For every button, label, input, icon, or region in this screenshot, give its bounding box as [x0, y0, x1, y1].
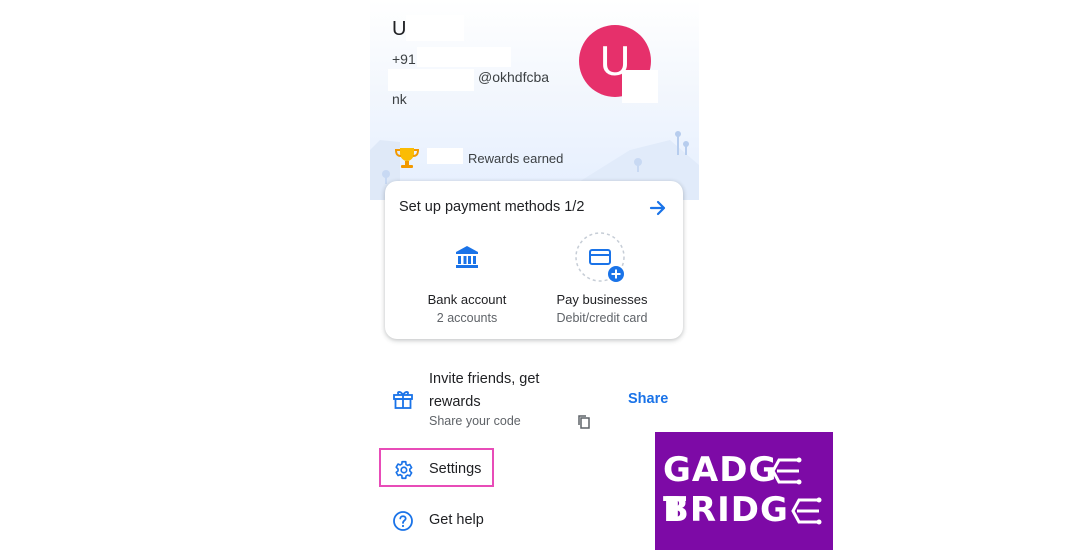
- redaction-block: [406, 15, 464, 41]
- bank-name: nk: [392, 91, 407, 107]
- pay-businesses-sub: Debit/credit card: [556, 311, 648, 325]
- bank-account-label: Bank account: [427, 292, 507, 307]
- redaction-block: [388, 69, 474, 91]
- gear-icon: [395, 460, 413, 480]
- gadget-bridge-watermark: GADGT BRIDG: [655, 432, 833, 550]
- invite-subtitle: Share your code: [429, 414, 521, 428]
- bank-account-count: 2 accounts: [436, 311, 498, 325]
- card-add-icon: [575, 232, 625, 282]
- redaction-block: [427, 148, 463, 164]
- rewards-earned-label[interactable]: Rewards earned: [468, 151, 563, 166]
- payment-setup-card: Set up payment methods 1/2 Bank account …: [385, 181, 683, 339]
- menu-item-get-help[interactable]: Get help: [429, 512, 484, 528]
- gift-icon: [393, 391, 413, 409]
- circuit-e-icon: [791, 497, 822, 525]
- pay-businesses-label: Pay businesses: [556, 292, 648, 307]
- arrow-right-icon[interactable]: [648, 198, 668, 218]
- watermark-line1-text: GADG: [663, 450, 778, 490]
- phone-screen: U +91 @okhdfcba nk U Rewards earned Set …: [370, 0, 699, 559]
- invite-title[interactable]: Invite friends, get rewards: [429, 368, 579, 414]
- bank-icon: [456, 246, 478, 268]
- user-phone: +91: [392, 51, 416, 67]
- payment-setup-title[interactable]: Set up payment methods 1/2: [399, 199, 584, 215]
- watermark-line2: BRIDG: [663, 490, 789, 530]
- copy-icon[interactable]: [576, 414, 592, 430]
- share-button[interactable]: Share: [628, 391, 668, 407]
- upi-id[interactable]: @okhdfcba: [478, 69, 549, 85]
- circuit-e-icon: [771, 457, 802, 485]
- redaction-block: [622, 70, 658, 103]
- redaction-block: [417, 47, 511, 67]
- menu-item-settings[interactable]: Settings: [429, 461, 481, 477]
- user-name: U: [392, 18, 407, 40]
- help-icon: [393, 511, 413, 531]
- trophy-icon: [394, 148, 420, 168]
